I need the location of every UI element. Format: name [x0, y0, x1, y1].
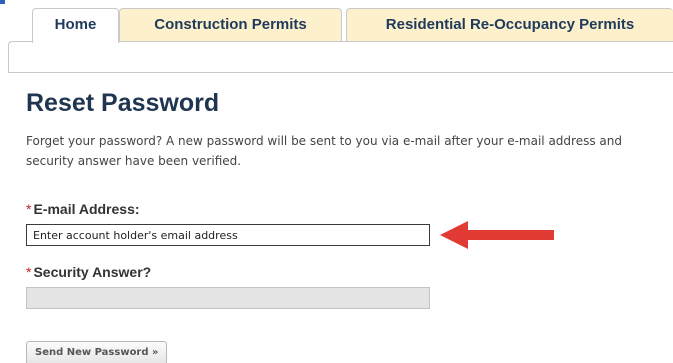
tab-residential-re-occupancy-permits[interactable]: Residential Re-Occupancy Permits: [346, 8, 673, 42]
send-new-password-button[interactable]: Send New Password »: [26, 341, 168, 363]
tab-construction-permits[interactable]: Construction Permits: [119, 8, 342, 42]
email-field[interactable]: [26, 224, 430, 246]
required-marker: *: [26, 264, 32, 280]
left-arrow-icon: [440, 221, 554, 249]
security-answer-label-text: Security Answer?: [33, 264, 152, 280]
reset-password-page: Home Construction Permits Residential Re…: [0, 0, 673, 363]
security-answer-field[interactable]: [26, 287, 430, 309]
page-title: Reset Password: [26, 89, 220, 117]
tab-panel: [8, 41, 673, 73]
email-label-text: E-mail Address:: [33, 201, 140, 217]
security-answer-label: * Security Answer?: [26, 264, 151, 280]
tab-home[interactable]: Home: [32, 8, 119, 43]
corner-mark: [0, 0, 5, 4]
page-description: Forget your password? A new password wil…: [26, 134, 622, 168]
email-label: * E-mail Address:: [26, 201, 140, 217]
required-marker: *: [26, 201, 32, 217]
